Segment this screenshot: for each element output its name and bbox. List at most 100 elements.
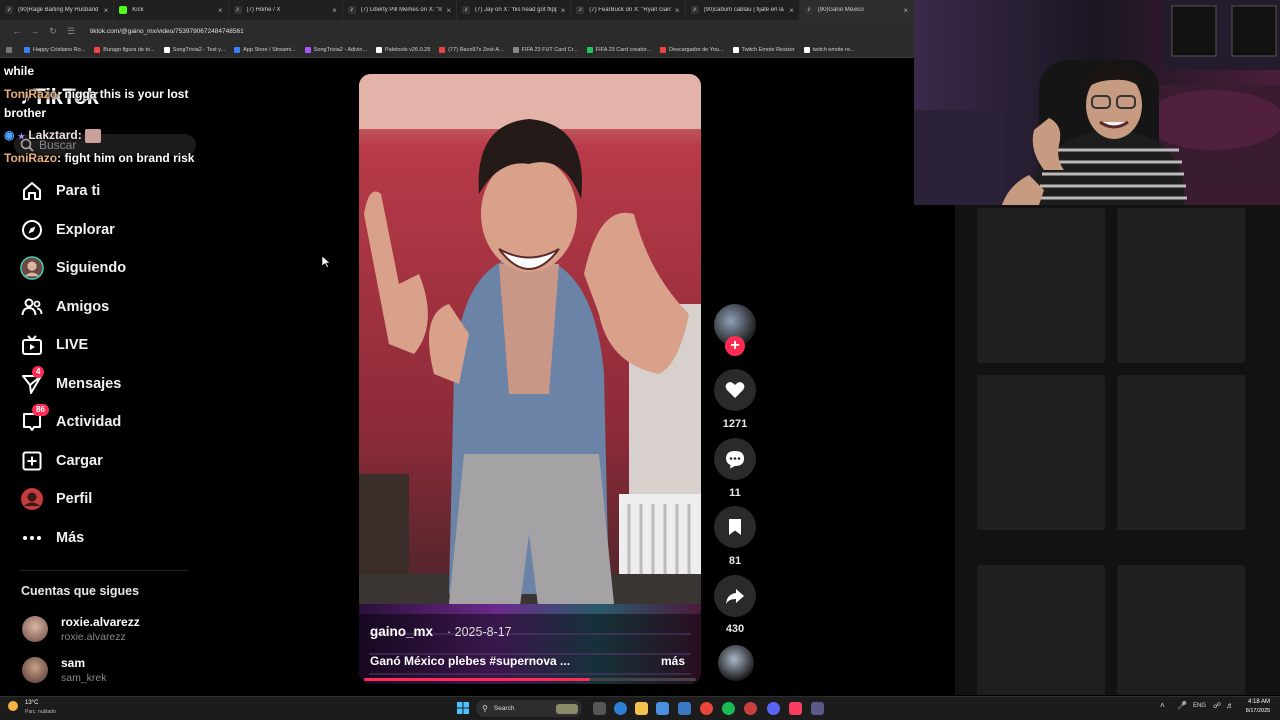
sidebar-item-amigos[interactable]: Amigos [20, 292, 109, 322]
taskbar-search[interactable]: ⚲ Search [476, 700, 582, 717]
url-field[interactable]: tiktok.com/@gaino_mx/video/7539790672484… [90, 28, 244, 35]
network-icon[interactable]: ☍ [1213, 701, 1221, 710]
video-thumbnail[interactable] [977, 208, 1105, 363]
language-indicator[interactable]: ENG [1193, 703, 1206, 709]
webcam-overlay [914, 0, 1280, 205]
sidebar-item-explorar[interactable]: Explorar [20, 215, 115, 245]
video-progress-bar[interactable] [364, 678, 696, 681]
sidebar-item-mensajes[interactable]: 4 Mensajes [20, 365, 121, 399]
tab-close-icon[interactable]: × [218, 6, 223, 15]
bookmark-favicon-icon [586, 46, 593, 53]
comment-button[interactable] [714, 438, 756, 480]
save-button[interactable] [714, 506, 756, 548]
site-info-icon[interactable]: ☰ [62, 26, 80, 37]
bookmark-item[interactable]: Happy Cristiano Ro... [24, 46, 85, 53]
file-explorer-icon[interactable] [635, 702, 648, 715]
video-thumbnail[interactable] [1117, 208, 1245, 363]
chat-line: while [4, 64, 34, 78]
video-thumbnail[interactable] [977, 565, 1105, 695]
tray-chevron-icon[interactable]: ˄ [1160, 701, 1165, 710]
video-progress-fill [364, 678, 590, 681]
windows-taskbar: 13°C Parc. nublado ⚲ Search ˄ 🎤 ENG ☍ ♬ … [0, 696, 1280, 720]
chat-text: : [77, 128, 82, 142]
chrome-icon[interactable] [700, 702, 713, 715]
follow-plus-icon[interactable]: + [725, 336, 745, 356]
browser-tab[interactable]: ♪ (90)cabum cablau | fijate en la × [686, 0, 800, 20]
app-icon[interactable] [811, 702, 824, 715]
music-app-icon[interactable] [789, 702, 802, 715]
send-icon: 4 [20, 365, 45, 396]
forward-icon[interactable]: → [26, 26, 44, 36]
windows-start-icon[interactable] [457, 702, 469, 714]
clock-time[interactable]: 4:18 AM [1244, 699, 1274, 705]
microphone-icon[interactable]: 🎤 [1177, 701, 1187, 710]
caption-more-button[interactable]: más [661, 654, 685, 668]
video-author-name[interactable]: gaino_mx [370, 624, 433, 639]
tab-close-icon[interactable]: × [789, 6, 794, 15]
video-thumbnail[interactable] [1117, 565, 1245, 695]
browser-tab[interactable]: ♪ (90)Rage Baiting My Husband × [0, 0, 115, 20]
chat-line: ◉ ★ Lakztard: [4, 128, 102, 143]
discord-icon[interactable] [767, 702, 780, 715]
sidebar-item-para-ti[interactable]: Para ti [20, 176, 100, 206]
account-username: sam [61, 656, 86, 670]
store-icon[interactable] [678, 702, 691, 715]
chat-text: brother [4, 106, 46, 120]
bookmarks-bar: Happy Cristiano Ro... Burago figura de to… [0, 42, 914, 58]
bookmark-item[interactable]: Paletools v26.0.28 [376, 46, 430, 53]
clock-date[interactable]: 8/17/2025 [1241, 708, 1275, 714]
following-account-roxie[interactable]: roxie.alvarezz roxie.alvarezz [22, 615, 140, 643]
video-player[interactable] [359, 74, 701, 684]
bookmark-item[interactable]: Descargador de You... [660, 46, 724, 53]
sidebar-item-live[interactable]: LIVE [20, 330, 88, 360]
sidebar-item-label: LIVE [56, 337, 89, 353]
tab-close-icon[interactable]: × [561, 6, 566, 15]
tab-close-icon[interactable]: × [446, 6, 451, 15]
browser-tab[interactable]: ♪ (7) Jay on X: "his head got flipp × [457, 0, 572, 20]
reload-icon[interactable]: ↻ [44, 26, 62, 37]
bookmark-item[interactable]: App Store / Streami... [234, 46, 296, 53]
sidebar-item-perfil[interactable]: Perfil [20, 484, 92, 514]
edge-icon[interactable] [614, 702, 627, 715]
tab-close-icon[interactable]: × [104, 6, 109, 15]
apps-icon[interactable] [6, 46, 15, 53]
sidebar-item-m-s[interactable]: Más [20, 523, 84, 553]
tab-title: Kick [132, 7, 144, 13]
bookmark-item[interactable]: (77) Raco97s Zest-A... [439, 46, 504, 53]
bookmark-item[interactable]: SongTrivia2 - Test y... [163, 46, 225, 53]
bookmark-item[interactable]: Burago figura de to... [94, 46, 155, 53]
bookmark-favicon-icon [163, 46, 170, 53]
task-view-icon[interactable] [593, 702, 606, 715]
share-button[interactable] [714, 575, 756, 617]
tab-close-icon[interactable]: × [675, 6, 680, 15]
tab-close-icon[interactable]: × [332, 6, 337, 15]
music-disc-icon[interactable] [718, 645, 754, 681]
bookmark-label: SongTrivia2 - Adivin... [313, 46, 368, 53]
bookmark-item[interactable]: SongTrivia2 - Adivin... [304, 46, 368, 53]
bookmark-item[interactable]: FIFA 23 FUT Card Cr... [512, 46, 578, 53]
sidebar-item-siguiendo[interactable]: Siguiendo [20, 253, 126, 283]
bookmark-item[interactable]: twitch emote re... [803, 46, 855, 53]
bookmark-item[interactable]: Twitch Emote Resizer [732, 46, 795, 53]
back-icon[interactable]: ← [8, 26, 26, 36]
video-thumbnail[interactable] [1117, 375, 1245, 530]
obs-icon[interactable] [744, 702, 757, 715]
sidebar-item-cargar[interactable]: Cargar [20, 446, 103, 476]
save-count: 81 [728, 555, 742, 567]
browser-tab[interactable]: ♪ (7) FearBuck on X: "Ryan Garcia × [571, 0, 686, 20]
like-button[interactable] [714, 369, 756, 411]
mail-icon[interactable] [656, 702, 669, 715]
browser-tab[interactable]: ♪ (90)Ganó México × [799, 0, 914, 20]
browser-tab[interactable]: ♪ (7) Liberty Pill Memes on X: "Is × [343, 0, 457, 20]
tab-close-icon[interactable]: × [903, 6, 908, 15]
comment-count: 11 [729, 487, 741, 499]
bookmark-item[interactable]: FIFA 23 Card creator... [586, 46, 651, 53]
volume-icon[interactable]: ♬ [1226, 701, 1234, 710]
spotify-icon[interactable] [722, 702, 735, 715]
browser-tab[interactable]: Kick × [114, 0, 229, 20]
following-account-sam[interactable]: sam sam_krek [22, 656, 107, 684]
sidebar-item-actividad[interactable]: 86 Actividad [20, 404, 121, 437]
friends-icon [20, 295, 44, 319]
video-thumbnail[interactable] [977, 375, 1105, 530]
browser-tab[interactable]: ♪ (7) Home / X × [229, 0, 343, 20]
